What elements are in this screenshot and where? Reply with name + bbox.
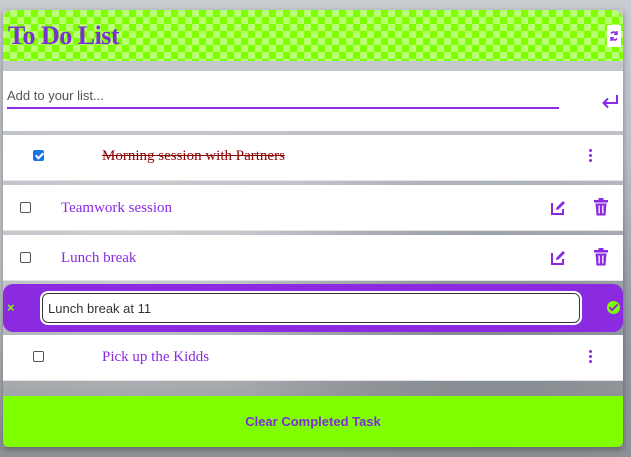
edit-icon[interactable]: [550, 199, 566, 217]
app-header: To Do List: [3, 10, 623, 61]
refresh-button[interactable]: [607, 25, 621, 47]
trash-icon[interactable]: [593, 198, 609, 216]
check-circle-icon[interactable]: [607, 301, 620, 314]
more-options-icon[interactable]: [587, 149, 593, 165]
task-row: Teamwork session: [3, 185, 623, 231]
add-task-bar: [3, 71, 623, 131]
task-checkbox[interactable]: [20, 202, 31, 213]
task-text: Morning session with Partners: [102, 148, 285, 164]
enter-arrow-icon[interactable]: [601, 93, 619, 109]
close-icon[interactable]: ×: [7, 301, 15, 314]
task-checkbox[interactable]: [20, 252, 31, 263]
task-checkbox[interactable]: [33, 150, 44, 161]
task-text: Teamwork session: [61, 200, 173, 216]
trash-icon[interactable]: [593, 248, 609, 266]
edit-task-input[interactable]: [40, 291, 582, 325]
edit-task-row: ×: [3, 284, 623, 332]
task-row: Lunch break: [3, 235, 623, 281]
refresh-icon: [610, 31, 618, 41]
more-options-icon[interactable]: [587, 350, 593, 366]
task-row: Morning session with Partners: [3, 135, 623, 181]
clear-completed-button[interactable]: Clear Completed Task: [3, 396, 623, 447]
page-title: To Do List: [8, 21, 120, 50]
todo-app: To Do List Morning session with Partners…: [3, 10, 623, 447]
task-text: Lunch break: [61, 250, 137, 266]
add-task-input[interactable]: [7, 83, 559, 109]
task-text: Pick up the Kidds: [102, 349, 210, 365]
edit-icon[interactable]: [550, 249, 566, 267]
task-row: Pick up the Kidds: [3, 335, 623, 381]
task-checkbox[interactable]: [33, 351, 44, 362]
app-footer: Clear Completed Task: [3, 396, 623, 447]
